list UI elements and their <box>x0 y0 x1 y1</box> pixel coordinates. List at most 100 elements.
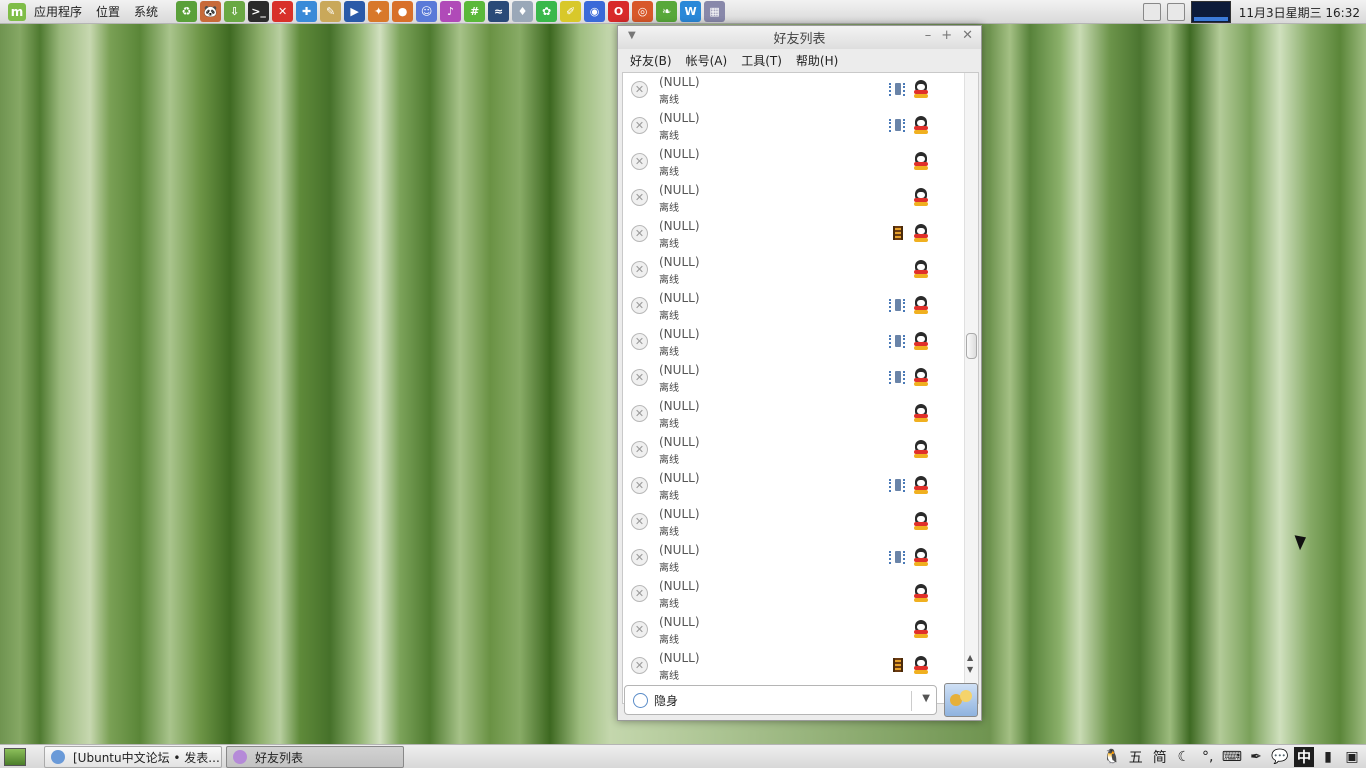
buddy-row[interactable]: ✕ (NULL) 离线 <box>623 253 963 289</box>
buddy-name: (NULL) <box>659 327 700 341</box>
buddy-name: (NULL) <box>659 579 700 593</box>
green-recycle-icon[interactable]: ♻ <box>176 1 198 22</box>
opera-icon[interactable]: O <box>608 1 630 22</box>
buddy-row[interactable]: ✕ (NULL) 离线 <box>623 181 963 217</box>
offline-status-icon: ✕ <box>631 621 648 638</box>
buddy-row[interactable]: ✕ (NULL) 离线 <box>623 289 963 325</box>
menu-applications[interactable]: 应用程序 <box>34 3 82 20</box>
mint-menu-logo-icon[interactable]: m <box>8 2 26 21</box>
buddy-row[interactable]: ✕ (NULL) 离线 <box>623 325 963 361</box>
task-forum-browser[interactable]: [Ubuntu中文论坛 • 发表... <box>44 746 222 768</box>
qq-penguin-icon <box>913 80 929 98</box>
menu-places[interactable]: 位置 <box>96 3 120 20</box>
camera-icon[interactable]: ◎ <box>632 1 654 22</box>
buddy-row[interactable]: ✕ (NULL) 离线 <box>623 109 963 145</box>
qq-penguin-icon <box>913 404 929 422</box>
buddy-row[interactable]: ✕ (NULL) 离线 <box>623 505 963 541</box>
workspace-switcher-icon[interactable] <box>1142 3 1161 21</box>
basketball-icon[interactable]: ● <box>392 1 414 22</box>
menu-system[interactable]: 系统 <box>134 3 158 20</box>
feather-icon[interactable]: ✒ <box>1246 747 1266 767</box>
tux-icon[interactable]: 🐧 <box>1102 747 1122 767</box>
mobile-icon <box>889 299 905 312</box>
buddy-name: (NULL) <box>659 435 700 449</box>
buddy-name: (NULL) <box>659 363 700 377</box>
offline-status-icon: ✕ <box>631 369 648 386</box>
monitor-icon[interactable]: ▣ <box>1342 747 1362 767</box>
minimize-icon[interactable]: – <box>925 28 932 43</box>
chat-users-icon[interactable]: ☺ <box>416 1 438 22</box>
chevron-down-icon[interactable]: ▼ <box>922 693 930 704</box>
buddy-row[interactable]: ✕ (NULL) 离线 <box>623 649 963 685</box>
hashtag-icon[interactable]: # <box>464 1 486 22</box>
network-manager-icon[interactable] <box>1166 3 1185 21</box>
buddy-row[interactable]: ✕ (NULL) 离线 <box>623 397 963 433</box>
buddy-row[interactable]: ✕ (NULL) 离线 <box>623 73 963 109</box>
chat-bubble-icon[interactable]: 💬 <box>1270 747 1290 767</box>
buddy-name: (NULL) <box>659 615 700 629</box>
status-selector[interactable]: 隐身 ▼ <box>624 685 937 715</box>
buddy-row[interactable]: ✕ (NULL) 离线 <box>623 541 963 577</box>
close-icon[interactable]: ✕ <box>962 28 973 43</box>
panda-icon[interactable]: 🐼 <box>200 1 222 22</box>
task-buddy-list[interactable]: 好友列表 <box>226 746 404 768</box>
buddy-row[interactable]: ✕ (NULL) 离线 <box>623 145 963 181</box>
qq-penguin-icon <box>913 476 929 494</box>
leaf-icon[interactable]: ❧ <box>656 1 678 22</box>
buddy-icon-button[interactable] <box>944 683 978 717</box>
notepad-icon[interactable]: ✎ <box>320 1 342 22</box>
x-app-icon[interactable]: ✕ <box>272 1 294 22</box>
signal-strength-icon[interactable]: ▮ <box>1318 747 1338 767</box>
scroll-down-arrow-icon[interactable]: ▼ <box>967 665 973 674</box>
ime-halfwidth[interactable]: ☾ <box>1174 747 1194 767</box>
buddy-row[interactable]: ✕ (NULL) 离线 <box>623 469 963 505</box>
buddy-name: (NULL) <box>659 507 700 521</box>
buddy-row[interactable]: ✕ (NULL) 离线 <box>623 613 963 649</box>
maximize-icon[interactable]: + <box>941 28 952 43</box>
menu-accounts[interactable]: 帐号(A) <box>686 52 728 69</box>
buddy-row[interactable]: ✕ (NULL) 离线 <box>623 433 963 469</box>
wps-writer-icon[interactable]: W <box>680 1 702 22</box>
buddy-name: (NULL) <box>659 651 700 665</box>
qq-penguin-icon <box>913 512 929 530</box>
buddy-row[interactable]: ✕ (NULL) 离线 <box>623 577 963 613</box>
window-titlebar[interactable]: ▼ 好友列表 – + ✕ <box>618 26 981 49</box>
download-icon[interactable]: ⇩ <box>224 1 246 22</box>
browser-icon[interactable]: ◉ <box>584 1 606 22</box>
menu-tools[interactable]: 工具(T) <box>741 52 782 69</box>
buddy-status: 离线 <box>659 275 679 286</box>
buddy-row[interactable]: ✕ (NULL) 离线 <box>623 361 963 397</box>
ime-simplified[interactable]: 简 <box>1150 747 1170 767</box>
menu-help[interactable]: 帮助(H) <box>796 52 838 69</box>
calendar-grid-icon[interactable]: ▦ <box>704 1 726 22</box>
vertical-scrollbar[interactable]: ▲ ▼ <box>964 73 978 703</box>
qq-penguin-icon <box>913 116 929 134</box>
buddy-status: 离线 <box>659 491 679 502</box>
buddy-name: (NULL) <box>659 219 700 233</box>
qq-penguin-icon <box>913 584 929 602</box>
video-player-icon[interactable]: ▶ <box>344 1 366 22</box>
scroll-up-arrow-icon[interactable]: ▲ <box>967 653 973 662</box>
window-menu-icon[interactable]: ▼ <box>628 30 636 41</box>
offline-status-icon: ✕ <box>631 225 648 242</box>
scrollbar-thumb[interactable] <box>966 333 977 359</box>
ime-wubi[interactable]: 五 <box>1126 747 1146 767</box>
buddy-status: 离线 <box>659 347 679 358</box>
music-icon[interactable]: ♪ <box>440 1 462 22</box>
ime-punctuation[interactable]: °, <box>1198 747 1218 767</box>
network-icon[interactable]: ✦ <box>368 1 390 22</box>
clock[interactable]: 11月3日星期三 16:32 <box>1239 4 1360 21</box>
terminal-icon[interactable]: >_ <box>248 1 270 22</box>
puzzle-icon[interactable]: ✚ <box>296 1 318 22</box>
drop-icon[interactable]: ♦ <box>512 1 534 22</box>
keyboard-icon[interactable]: ⌨ <box>1222 747 1242 767</box>
system-monitor-graph[interactable] <box>1190 1 1231 23</box>
menu-buddies[interactable]: 好友(B) <box>630 52 672 69</box>
wave-icon[interactable]: ≈ <box>488 1 510 22</box>
qq-penguin-icon <box>913 332 929 350</box>
buddy-row[interactable]: ✕ (NULL) 离线 <box>623 217 963 253</box>
frog-icon[interactable]: ✿ <box>536 1 558 22</box>
ime-chinese-toggle[interactable]: 中 <box>1294 747 1314 767</box>
pencil-icon[interactable]: ✐ <box>560 1 582 22</box>
show-desktop-icon[interactable] <box>4 748 26 766</box>
